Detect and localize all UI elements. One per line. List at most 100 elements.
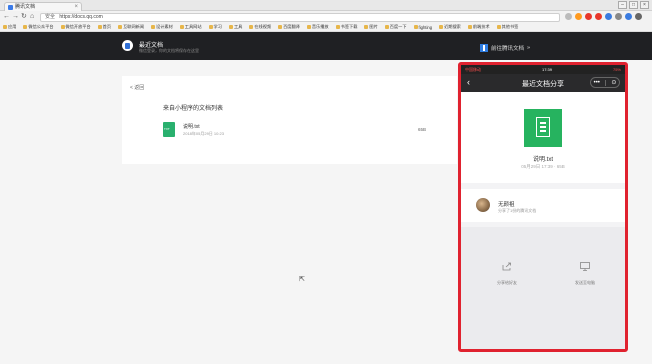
file-name: 说明.txt <box>183 124 200 130</box>
browser-tabbar: 腾讯文档 × – □ × <box>0 0 652 11</box>
back-arrow-icon[interactable]: ← <box>3 13 10 21</box>
bookmark-label: fighting <box>418 24 433 30</box>
back-link[interactable]: < 返回 <box>130 84 144 91</box>
send-to-pc-label: 发送至电脑 <box>575 280 595 285</box>
sharer-info: 无颜祖 分享了1份的腾讯文档 <box>461 189 625 222</box>
extension-icon[interactable] <box>595 13 602 20</box>
bookmark-item[interactable]: 近期搜索 <box>439 24 461 30</box>
file-size: 65B <box>418 127 427 132</box>
share-icon <box>502 262 511 271</box>
list-title: 来自小程序的文档列表 <box>163 106 224 112</box>
minimize-button[interactable]: – <box>618 1 627 9</box>
extension-icons <box>565 13 642 20</box>
file-row[interactable]: 说明.txt 2018年05月29日 10:23 65B <box>163 122 453 140</box>
document-sheet-icon <box>536 117 550 137</box>
bookmark-label: 其他书签 <box>501 24 519 29</box>
bookmark-item[interactable]: 工具 <box>228 24 243 30</box>
bookmark-label: 在线视频 <box>254 24 272 29</box>
send-to-pc-button[interactable]: 发送至电脑 <box>555 262 615 286</box>
menu-icon[interactable] <box>635 13 642 20</box>
bookmark-item[interactable]: 其他书签 <box>496 24 519 30</box>
bookmark-label: 近期搜索 <box>444 24 461 29</box>
file-preview[interactable]: 说明.txt 05月29日 17:39 · 65B <box>461 92 625 183</box>
extension-icon[interactable] <box>585 13 592 20</box>
extension-icon[interactable] <box>605 13 612 20</box>
capsule-divider <box>605 79 607 86</box>
preview-file-name: 说明.txt <box>532 157 553 163</box>
close-circle-icon[interactable]: ⊙ <box>611 79 616 86</box>
bookmark-folder-icon <box>3 25 7 29</box>
bookmark-label: 工具 <box>233 24 243 29</box>
bookmark-label: 微信开放平台 <box>65 24 91 29</box>
tab-title: 腾讯文档 <box>15 4 36 10</box>
browser-tab[interactable]: 腾讯文档 × <box>4 2 82 11</box>
window-controls: – □ × <box>618 1 649 9</box>
file-date: 2018年05月29日 10:23 <box>183 131 224 136</box>
bookmark-item[interactable]: fighting <box>413 24 433 30</box>
phone-status-bar: 中国移动 17:39 75% <box>461 65 625 74</box>
document-list-card: < 返回 来自小程序的文档列表 说明.txt 2018年05月29日 10:23… <box>122 76 457 164</box>
reload-icon[interactable]: ↻ <box>21 13 27 21</box>
extension-icon[interactable] <box>615 13 622 20</box>
bookmark-folder-icon <box>249 25 254 29</box>
bookmark-label: 应用 <box>8 24 17 29</box>
chevron-right-icon: » <box>527 45 531 51</box>
preview-file-meta: 05月29日 17:39 · 65B <box>521 164 565 169</box>
bookmark-folder-icon <box>179 25 184 29</box>
bookmark-label: 音乐播放 <box>311 24 329 29</box>
home-icon[interactable]: ⌂ <box>30 13 34 21</box>
bookmark-label: 图片 <box>369 24 378 29</box>
bookmark-item[interactable]: 图片 <box>364 24 378 30</box>
bookmark-item[interactable]: 书签下载 <box>335 24 357 30</box>
sharer-name: 无颜祖 <box>498 202 515 208</box>
share-to-friend-button[interactable]: 分享给好友 <box>477 262 537 286</box>
bookmark-label: 微信公众平台 <box>28 24 54 29</box>
more-dots-icon[interactable]: ••• <box>594 80 600 86</box>
app-header: 最近文档 微信登录，你的文档将保存在这里 前往腾讯文档 » <box>0 32 652 60</box>
bookmark-folder-icon <box>97 25 102 29</box>
bookmark-item[interactable]: 在线视频 <box>249 24 271 30</box>
secure-label: 安全 <box>45 14 56 20</box>
extension-icon[interactable] <box>575 13 582 20</box>
forward-arrow-icon[interactable]: → <box>12 13 19 21</box>
bookmark-label: 互联网新闻 <box>123 24 145 29</box>
bookmark-label: 工具网站 <box>184 24 202 29</box>
bookmark-folder-icon <box>384 25 389 29</box>
bookmark-folder-icon <box>439 25 444 29</box>
bookmark-item[interactable]: 首页 <box>97 24 111 30</box>
extension-icon[interactable] <box>625 13 632 20</box>
bookmark-item[interactable]: 工具网站 <box>179 24 202 30</box>
close-window-button[interactable]: × <box>640 1 649 9</box>
tencent-docs-icon <box>480 44 488 52</box>
bookmark-item[interactable]: 微信公众平台 <box>23 24 54 30</box>
star-icon[interactable] <box>565 13 572 20</box>
tab-close-icon[interactable]: × <box>74 3 78 11</box>
bookmark-item[interactable]: 互联网新闻 <box>118 24 144 30</box>
bookmark-item[interactable]: 设计素材 <box>151 24 173 30</box>
bookmark-folder-icon <box>23 25 28 29</box>
bookmark-item[interactable]: 百度一下 <box>384 24 407 30</box>
bookmark-item[interactable]: 前端技术 <box>467 24 490 30</box>
mouse-cursor-icon: ⇱ <box>299 276 305 283</box>
bookmark-item[interactable]: 音乐播放 <box>306 24 329 30</box>
goto-tencent-docs-link[interactable]: 前往腾讯文档 » <box>480 44 530 52</box>
bookmark-folder-icon <box>496 25 501 29</box>
bookmark-label: 学习 <box>213 24 222 29</box>
url-text: https://docs.qq.com <box>59 14 103 20</box>
share-to-friend-label: 分享给好友 <box>497 280 517 285</box>
docs-favicon-icon <box>8 5 13 10</box>
address-bar: ← → ↻ ⌂ 安全 https://docs.qq.com <box>0 11 652 23</box>
url-input[interactable]: 安全 https://docs.qq.com <box>40 13 560 22</box>
bookmark-folder-icon <box>208 25 213 29</box>
bookmark-item[interactable]: 百度翻译 <box>278 24 300 30</box>
bookmark-folder-icon <box>467 25 472 29</box>
bookmark-folder-icon <box>228 25 233 29</box>
phone-preview-highlight: 中国移动 17:39 75% ‹ 最近文档分享 ••• ⊙ 说明.txt 05月… <box>458 62 628 352</box>
bookmark-item[interactable]: 应用 <box>3 24 16 30</box>
bookmark-label: 百度一下 <box>389 24 407 29</box>
bookmarks-bar: 应用 微信公众平台 微信开放平台 首页 互联网新闻 设计素材 工具网站 学习 工具 在线视频 百度翻… <box>0 23 652 32</box>
maximize-button[interactable]: □ <box>629 1 638 9</box>
carrier-label: 中国移动 <box>465 66 481 72</box>
bookmark-item[interactable]: 学习 <box>208 24 222 30</box>
bookmark-item[interactable]: 微信开放平台 <box>60 24 91 30</box>
